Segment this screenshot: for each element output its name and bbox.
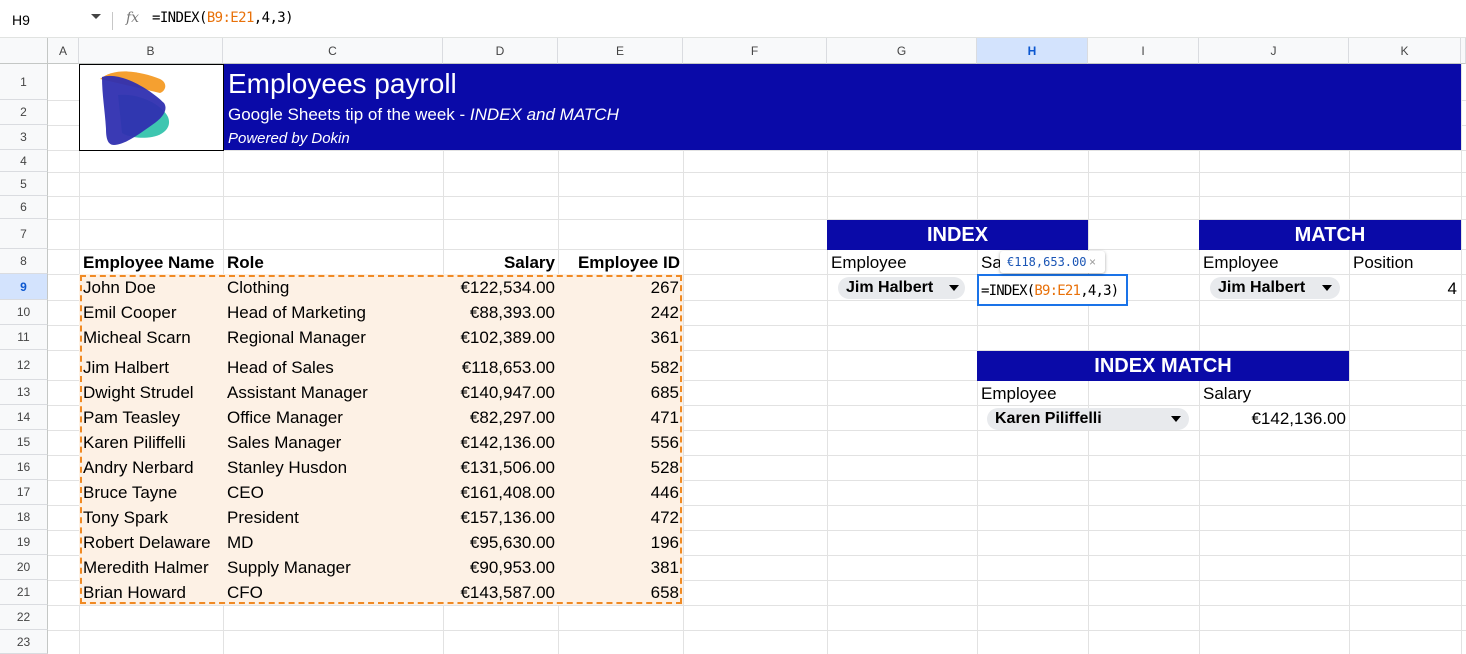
chevron-down-icon[interactable] bbox=[91, 14, 101, 19]
row-header-23[interactable]: 23 bbox=[0, 630, 48, 654]
row-header-1[interactable]: 1 bbox=[0, 64, 48, 100]
index-match-salary-value[interactable]: €142,136.00 bbox=[1199, 406, 1346, 431]
row-header-11[interactable]: 11 bbox=[0, 325, 48, 350]
row-header-17[interactable]: 17 bbox=[0, 480, 48, 505]
row-header-2[interactable]: 2 bbox=[0, 100, 48, 125]
index-employee-label[interactable]: Employee bbox=[831, 250, 907, 275]
column-header-i[interactable]: I bbox=[1088, 38, 1199, 64]
close-icon[interactable]: × bbox=[1089, 255, 1096, 269]
select-all-corner[interactable] bbox=[0, 38, 48, 64]
row-header-19[interactable]: 19 bbox=[0, 530, 48, 555]
match-title: MATCH bbox=[1199, 220, 1461, 250]
row-header-8[interactable]: 8 bbox=[0, 249, 48, 274]
row-header-4[interactable]: 4 bbox=[0, 150, 48, 172]
banner-subtitle-plain: Google Sheets tip of the week - bbox=[228, 105, 470, 124]
row-header-3[interactable]: 3 bbox=[0, 125, 48, 150]
formula-suffix: ,4,3) bbox=[253, 10, 294, 26]
banner-title: Employees payroll bbox=[228, 68, 457, 99]
name-box[interactable]: H9 bbox=[8, 9, 108, 31]
grid-line bbox=[1461, 64, 1462, 654]
row-header-21[interactable]: 21 bbox=[0, 580, 48, 605]
banner-powered-by: Powered by Dokin bbox=[228, 130, 350, 147]
match-employee-label[interactable]: Employee bbox=[1203, 250, 1279, 275]
row-header-18[interactable]: 18 bbox=[0, 505, 48, 530]
row-header-15[interactable]: 15 bbox=[0, 430, 48, 455]
logo-cell bbox=[79, 64, 224, 151]
row-header-20[interactable]: 20 bbox=[0, 555, 48, 580]
grid-line bbox=[48, 150, 1466, 151]
chevron-down-icon[interactable] bbox=[949, 285, 959, 291]
index-salary-label[interactable]: Sa bbox=[981, 250, 1002, 275]
column-header-k[interactable]: K bbox=[1349, 38, 1461, 64]
referenced-range-border bbox=[80, 275, 682, 604]
column-header-overflow bbox=[1461, 38, 1466, 64]
grid-line bbox=[48, 172, 1466, 173]
column-header-e[interactable]: E bbox=[558, 38, 683, 64]
formula-input[interactable]: =INDEX(B9:E21,4,3) bbox=[152, 10, 294, 26]
index-employee-dropdown[interactable]: Jim Halbert bbox=[838, 277, 965, 299]
dropdown-value: Jim Halbert bbox=[846, 279, 934, 296]
column-header-j[interactable]: J bbox=[1199, 38, 1349, 64]
active-formula-prefix: =INDEX( bbox=[981, 283, 1035, 299]
match-position-label[interactable]: Position bbox=[1353, 250, 1413, 275]
grid-line bbox=[48, 196, 1466, 197]
chevron-down-icon[interactable] bbox=[1171, 416, 1181, 422]
grid-line bbox=[827, 64, 828, 654]
row-header-7[interactable]: 7 bbox=[0, 219, 48, 249]
dropdown-value: Jim Halbert bbox=[1218, 279, 1306, 296]
index-match-salary-label[interactable]: Salary bbox=[1203, 381, 1251, 406]
active-formula-range: B9:E21 bbox=[1034, 283, 1081, 299]
formula-range-ref: B9:E21 bbox=[206, 10, 255, 26]
column-header-a[interactable]: A bbox=[48, 38, 79, 64]
column-header-g[interactable]: G bbox=[827, 38, 977, 64]
column-header-f[interactable]: F bbox=[683, 38, 827, 64]
fx-icon: fx bbox=[126, 10, 140, 26]
dokin-logo-icon bbox=[100, 71, 170, 145]
dropdown-value: Karen Piliffelli bbox=[995, 410, 1102, 427]
row-header-12[interactable]: 12 bbox=[0, 350, 48, 380]
grid-line bbox=[48, 630, 1466, 631]
row-header-10[interactable]: 10 bbox=[0, 300, 48, 325]
row-header-13[interactable]: 13 bbox=[0, 380, 48, 405]
grid-line bbox=[683, 64, 684, 654]
row-header-9[interactable]: 9 bbox=[0, 274, 48, 300]
column-header-b[interactable]: B bbox=[79, 38, 223, 64]
column-header-c[interactable]: C bbox=[223, 38, 443, 64]
index-match-title: INDEX MATCH bbox=[977, 351, 1349, 381]
active-cell-formula[interactable]: =INDEX(B9:E21,4,3) bbox=[981, 283, 1119, 299]
active-formula-suffix: ,4,3) bbox=[1080, 283, 1119, 299]
index-match-employee-label[interactable]: Employee bbox=[981, 381, 1057, 406]
table-header-employee-id[interactable]: Employee ID bbox=[558, 250, 680, 275]
row-header-5[interactable]: 5 bbox=[0, 172, 48, 196]
index-title: INDEX bbox=[827, 220, 1088, 250]
row-header-14[interactable]: 14 bbox=[0, 405, 48, 430]
table-header-role[interactable]: Role bbox=[227, 250, 264, 275]
banner-subtitle: Google Sheets tip of the week - INDEX an… bbox=[228, 105, 619, 125]
table-header-salary[interactable]: Salary bbox=[443, 250, 555, 275]
grid-line bbox=[1349, 64, 1350, 654]
match-position-value[interactable]: 4 bbox=[1349, 276, 1457, 301]
column-header-d[interactable]: D bbox=[443, 38, 558, 64]
column-header-h[interactable]: H bbox=[977, 38, 1088, 64]
index-match-employee-dropdown[interactable]: Karen Piliffelli bbox=[987, 408, 1189, 430]
row-header-6[interactable]: 6 bbox=[0, 196, 48, 219]
chevron-down-icon[interactable] bbox=[1322, 285, 1332, 291]
table-header-name[interactable]: Employee Name bbox=[83, 250, 214, 275]
formula-prefix: =INDEX( bbox=[152, 10, 207, 26]
row-header-16[interactable]: 16 bbox=[0, 455, 48, 480]
grid-line bbox=[48, 605, 1466, 606]
banner-subtitle-italic: INDEX and MATCH bbox=[469, 105, 619, 124]
match-employee-dropdown[interactable]: Jim Halbert bbox=[1210, 277, 1340, 299]
formula-bar-divider bbox=[112, 12, 113, 30]
row-header-22[interactable]: 22 bbox=[0, 605, 48, 630]
